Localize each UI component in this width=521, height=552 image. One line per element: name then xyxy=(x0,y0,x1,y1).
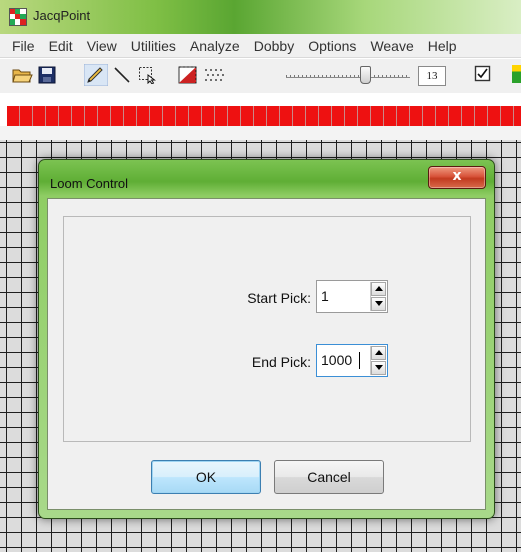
end-pick-arrows xyxy=(370,346,386,375)
menu-options[interactable]: Options xyxy=(302,38,364,54)
app-logo-icon xyxy=(9,8,27,26)
end-pick-up-arrow-icon[interactable] xyxy=(371,346,386,360)
end-pick-spinner[interactable]: 1000 xyxy=(316,344,388,377)
line-icon[interactable] xyxy=(113,66,131,84)
app-title: JacqPoint xyxy=(33,8,91,23)
loom-control-dialog: Loom Control x Start Pick: 1 End Pick: 1… xyxy=(38,159,495,519)
zoom-slider-track[interactable] xyxy=(286,75,410,78)
start-pick-down-arrow-icon[interactable] xyxy=(371,297,386,311)
menu-file[interactable]: File xyxy=(6,38,43,54)
dialog-title: Loom Control xyxy=(50,176,129,191)
menu-analyze[interactable]: Analyze xyxy=(184,38,248,54)
pencil-icon[interactable] xyxy=(84,64,108,86)
start-pick-arrows xyxy=(370,282,386,311)
menu-dobby[interactable]: Dobby xyxy=(248,38,302,54)
menu-view[interactable]: View xyxy=(81,38,125,54)
menu-help[interactable]: Help xyxy=(422,38,465,54)
end-pick-input[interactable]: 1000 xyxy=(321,352,352,368)
start-pick-up-arrow-icon[interactable] xyxy=(371,282,386,296)
zoom-slider-thumb[interactable] xyxy=(360,66,371,84)
ok-button[interactable]: OK xyxy=(151,460,261,494)
end-pick-down-arrow-icon[interactable] xyxy=(371,361,386,375)
menu-edit[interactable]: Edit xyxy=(43,38,81,54)
open-folder-icon[interactable] xyxy=(12,66,34,84)
cancel-button[interactable]: Cancel xyxy=(274,460,384,494)
start-pick-spinner[interactable]: 1 xyxy=(316,280,388,313)
save-icon[interactable] xyxy=(38,66,56,84)
menu-bar: File Edit View Utilities Analyze Dobby O… xyxy=(0,34,521,58)
menu-utilities[interactable]: Utilities xyxy=(125,38,184,54)
color-strip[interactable] xyxy=(7,106,521,126)
start-pick-input[interactable]: 1 xyxy=(321,288,329,304)
color-swatch-icon[interactable] xyxy=(512,65,521,83)
zoom-value: 13 xyxy=(418,66,446,86)
dialog-client-area: Start Pick: 1 End Pick: 1000 OK Cancel xyxy=(47,198,486,510)
app-title-bar: JacqPoint xyxy=(0,0,521,34)
menu-weave[interactable]: Weave xyxy=(364,38,421,54)
pick-range-group: Start Pick: 1 End Pick: 1000 xyxy=(63,216,471,442)
start-pick-label: Start Pick: xyxy=(247,290,311,306)
end-pick-label: End Pick: xyxy=(251,354,311,370)
dots-icon[interactable] xyxy=(203,67,225,83)
text-caret xyxy=(359,352,360,369)
select-icon[interactable] xyxy=(138,66,158,84)
pattern-icon[interactable] xyxy=(178,66,198,84)
close-button[interactable]: x xyxy=(428,166,486,189)
strip-separator xyxy=(0,126,521,140)
checkbox-icon[interactable] xyxy=(474,65,492,83)
